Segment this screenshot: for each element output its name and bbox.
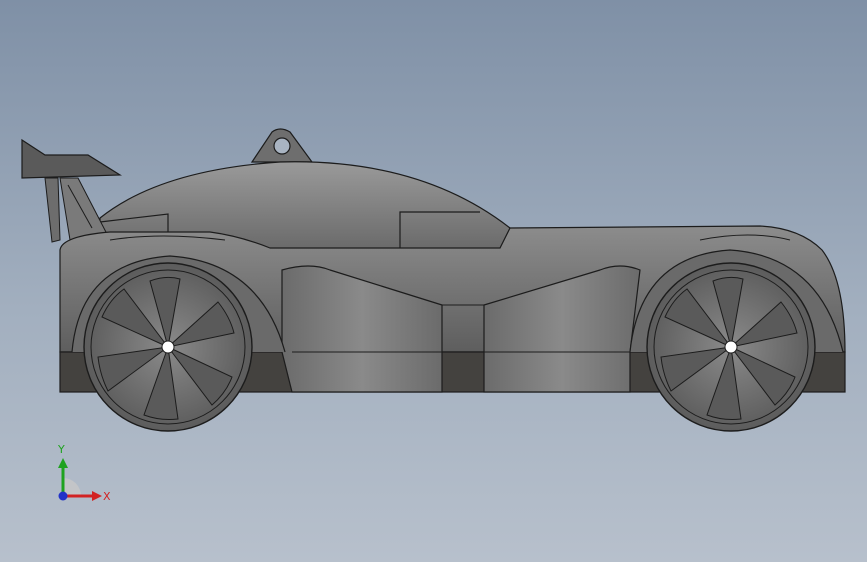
x-axis-label: X	[103, 490, 111, 503]
tow-hook-icon	[250, 128, 314, 163]
graphics-viewport[interactable]: Y X	[0, 0, 867, 562]
z-axis-dot	[58, 491, 68, 501]
y-axis-label: Y	[57, 443, 65, 456]
view-orientation-triad[interactable]: Y X	[50, 440, 114, 510]
car-model[interactable]	[0, 0, 867, 562]
rear-wheel-icon[interactable]	[83, 262, 253, 432]
front-wheel-icon[interactable]	[646, 262, 816, 432]
